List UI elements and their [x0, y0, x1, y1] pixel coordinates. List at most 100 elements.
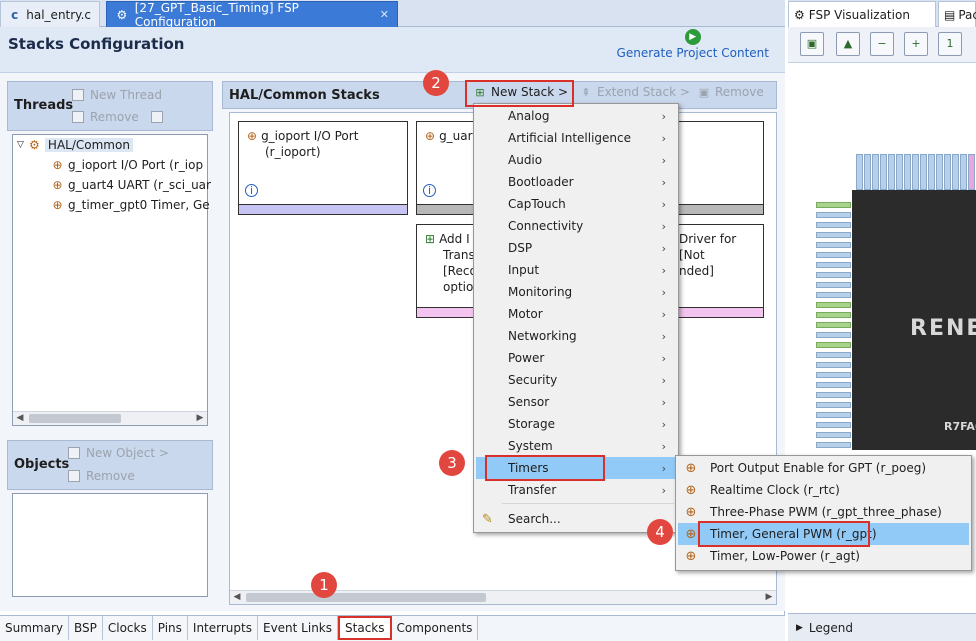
tree-item-timer-gpt0[interactable]: ⊕ g_timer_gpt0 Timer, Ge [51, 198, 209, 212]
save-image-icon[interactable]: ▣ [800, 32, 824, 56]
module-icon: ⊕ [247, 129, 258, 143]
remove-object-button[interactable]: Remove [68, 469, 135, 483]
tree-horizontal-scrollbar[interactable]: ◀ ▶ [13, 411, 207, 425]
menu-item-transfer[interactable]: Transfer › [476, 479, 676, 501]
menu-item-label: Connectivity [508, 219, 584, 233]
new-thread-button[interactable]: New Thread [72, 88, 162, 102]
tab-clocks[interactable]: Clocks [102, 616, 153, 640]
menu-item-captouch[interactable]: CapTouch › [476, 193, 676, 215]
pin [944, 154, 951, 190]
pin [816, 272, 851, 278]
submenu-item-rtc[interactable]: ⊕ Realtime Clock (r_rtc) [678, 479, 969, 501]
scroll-left-icon[interactable]: ◀ [13, 412, 27, 425]
menu-item-audio[interactable]: Audio › [476, 149, 676, 171]
mcu-chip-graphic[interactable]: RENE R7FA6 [852, 190, 976, 450]
scrollbar-thumb[interactable] [246, 593, 486, 602]
threads-tree[interactable]: ▽ ⚙ HAL/Common ⊕ g_ioport I/O Port (r_io… [12, 134, 211, 426]
extend-stack-button[interactable]: ⇞ Extend Stack > [579, 85, 690, 99]
chevron-right-icon: › [661, 351, 666, 365]
menu-item-monitoring[interactable]: Monitoring › [476, 281, 676, 303]
tree-item-ioport[interactable]: ⊕ g_ioport I/O Port (r_iop [51, 158, 203, 172]
remove-thread-button[interactable]: Remove [72, 110, 169, 124]
menu-item-search[interactable]: ✎ Search... [476, 508, 676, 530]
tab-event-links[interactable]: Event Links [257, 616, 339, 640]
expand-arrow-icon[interactable]: ▶ [796, 623, 803, 633]
card-title-row: ⊕ g_ioport I/O Port [247, 128, 399, 144]
visualization-toolbar: ▣ ▲ − + 1 [788, 27, 976, 63]
menu-item-motor[interactable]: Motor › [476, 303, 676, 325]
submenu-item-poeg[interactable]: ⊕ Port Output Enable for GPT (r_poeg) [678, 457, 969, 479]
menu-separator [502, 503, 674, 504]
tree-item-label: HAL/Common [44, 138, 133, 152]
tab-summary[interactable]: Summary [0, 616, 69, 640]
new-stack-label: New Stack > [491, 85, 569, 99]
fit-icon[interactable]: ▲ [836, 32, 860, 56]
legend-section[interactable]: ▶ Legend [788, 613, 976, 641]
stack-card-ioport[interactable]: ⊕ g_ioport I/O Port (r_ioport) i [238, 121, 408, 215]
collapse-arrow-icon[interactable]: ▽ [17, 140, 24, 150]
menu-item-storage[interactable]: Storage › [476, 413, 676, 435]
menu-item-connectivity[interactable]: Connectivity › [476, 215, 676, 237]
step-badge-4: 4 [647, 519, 673, 545]
menu-item-analog[interactable]: Analog › [476, 105, 676, 127]
tab-bsp[interactable]: BSP [69, 616, 103, 640]
menu-item-power[interactable]: Power › [476, 347, 676, 369]
menu-item-networking[interactable]: Networking › [476, 325, 676, 347]
canvas-horizontal-scrollbar[interactable]: ◀ ▶ [230, 590, 776, 604]
submenu-item-gpt[interactable]: ⊕ Timer, General PWM (r_gpt) [678, 523, 969, 545]
tab-stacks[interactable]: Stacks [338, 616, 392, 640]
generate-project-content-button[interactable]: ▶ Generate Project Content [617, 29, 769, 60]
menu-item-bootloader[interactable]: Bootloader › [476, 171, 676, 193]
info-icon[interactable]: i [423, 184, 436, 197]
tree-item-uart4[interactable]: ⊕ g_uart4 UART (r_sci_uar [51, 178, 211, 192]
pin [904, 154, 911, 190]
tree-item-hal-common[interactable]: ▽ ⚙ HAL/Common [17, 138, 133, 152]
pin [816, 312, 851, 318]
scroll-right-icon[interactable]: ▶ [193, 412, 207, 425]
scroll-left-icon[interactable]: ◀ [230, 591, 244, 604]
card-subtitle: (r_ioport) [265, 145, 321, 159]
tab-components[interactable]: Components [391, 616, 479, 640]
collapse-icon[interactable] [150, 111, 163, 123]
menu-item-input[interactable]: Input › [476, 259, 676, 281]
submenu-item-label: Three-Phase PWM (r_gpt_three_phase) [710, 505, 942, 519]
tab-interrupts[interactable]: Interrupts [187, 616, 258, 640]
info-icon[interactable]: i [245, 184, 258, 197]
menu-item-dsp[interactable]: DSP › [476, 237, 676, 259]
pin [816, 292, 851, 298]
zoom-out-icon[interactable]: − [870, 32, 894, 56]
submenu-item-label: Timer, General PWM (r_gpt) [710, 527, 877, 541]
pin [816, 232, 851, 238]
menu-item-sensor[interactable]: Sensor › [476, 391, 676, 413]
tab-packages[interactable]: ▤ Pac [938, 1, 976, 27]
tab-fsp-visualization[interactable]: ⚙ FSP Visualization [788, 1, 936, 27]
menu-item-system[interactable]: System › [476, 435, 676, 457]
zoom-in-icon[interactable]: + [904, 32, 928, 56]
submenu-item-gpt-three-phase[interactable]: ⊕ Three-Phase PWM (r_gpt_three_phase) [678, 501, 969, 523]
new-stack-button[interactable]: ⊞ New Stack > [473, 85, 568, 99]
menu-item-label: Storage [508, 417, 555, 431]
actual-size-icon[interactable]: 1 [938, 32, 962, 56]
close-icon[interactable]: ✕ [380, 8, 389, 21]
submenu-item-agt[interactable]: ⊕ Timer, Low-Power (r_agt) [678, 545, 969, 567]
chevron-right-icon: › [661, 241, 666, 255]
chevron-right-icon: › [661, 439, 666, 453]
module-icon: ⊕ [52, 157, 63, 172]
package-icon: ▤ [944, 7, 956, 22]
new-object-button[interactable]: New Object > [68, 446, 169, 460]
pin [888, 154, 895, 190]
scroll-right-icon[interactable]: ▶ [762, 591, 776, 604]
menu-item-security[interactable]: Security › [476, 369, 676, 391]
submenu-item-label: Port Output Enable for GPT (r_poeg) [710, 461, 927, 475]
tab-hal-entry[interactable]: c hal_entry.c [0, 1, 100, 27]
menu-item-label: Analog [508, 109, 550, 123]
menu-item-timers[interactable]: Timers › [476, 457, 676, 479]
remove-stack-button[interactable]: ▣ Remove [697, 85, 764, 99]
chevron-right-icon: › [661, 461, 666, 475]
tab-fsp-configuration[interactable]: ⚙ [27_GPT_Basic_Timing] FSP Configuratio… [106, 1, 398, 29]
menu-item-ai[interactable]: Artificial Intelligence › [476, 127, 676, 149]
extend-stack-icon: ⇞ [581, 85, 591, 99]
tab-pins[interactable]: Pins [152, 616, 188, 640]
scrollbar-thumb[interactable] [29, 414, 121, 423]
objects-list[interactable] [12, 493, 208, 597]
